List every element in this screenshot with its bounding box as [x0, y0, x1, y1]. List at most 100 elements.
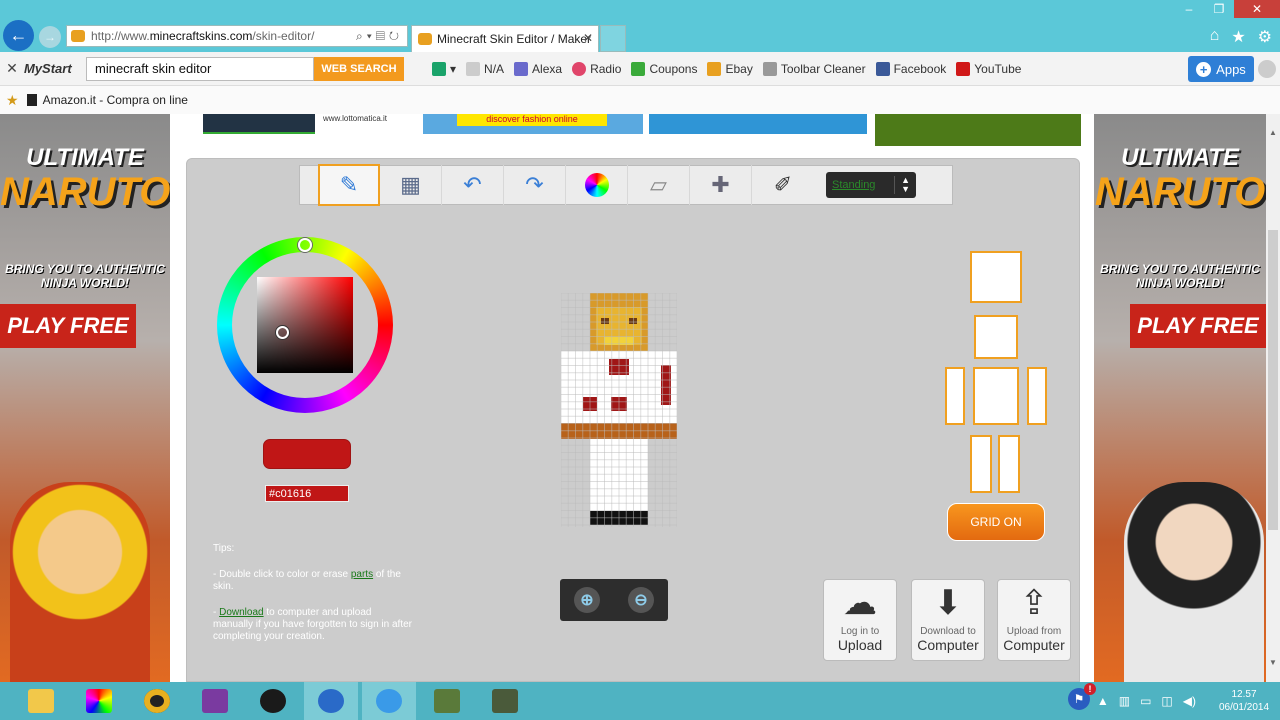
tray-expand-icon[interactable]: ▲: [1097, 694, 1109, 708]
sv-picker-handle[interactable]: [276, 326, 289, 339]
eyedropper-add-tool[interactable]: ✚: [690, 165, 752, 205]
color-hex-input[interactable]: #c01616: [265, 485, 349, 502]
pose-select[interactable]: Standing ▲ ▼: [826, 172, 916, 198]
back-button[interactable]: ←: [3, 20, 34, 51]
taskbar-explorer[interactable]: [14, 682, 68, 720]
undo-tool[interactable]: ↶: [442, 165, 504, 205]
youtube-icon: [956, 61, 971, 76]
tab-minecraft-skin-editor[interactable]: Minecraft Skin Editor / Maker ✕: [411, 25, 599, 52]
scroll-up-icon[interactable]: ▲: [1266, 126, 1280, 140]
redo-tool[interactable]: ↷: [504, 165, 566, 205]
part-arm-left[interactable]: [945, 367, 965, 425]
toolbar-item-facebook[interactable]: Facebook: [875, 61, 946, 76]
toolbar-item-radio[interactable]: Radio: [572, 61, 621, 76]
taskbar-minecraft-2[interactable]: [478, 682, 532, 720]
maximize-icon[interactable]: ❐: [1204, 0, 1234, 18]
web-search-button[interactable]: WEB SEARCH: [314, 56, 404, 81]
skin-preview-canvas[interactable]: [561, 293, 677, 527]
zoom-in-button[interactable]: ⊕: [574, 587, 600, 613]
pencil-icon: ✎: [339, 172, 359, 197]
part-head[interactable]: [974, 315, 1018, 359]
compat-icon[interactable]: ▤: [376, 29, 389, 43]
ad-lottomatica-text[interactable]: www.lottomatica.it: [323, 114, 387, 134]
favorite-amazon[interactable]: Amazon.it - Compra on line: [43, 93, 188, 107]
toolbar-item-cleaner[interactable]: Toolbar Cleaner: [762, 61, 866, 76]
mystart-logo[interactable]: MyStart: [24, 61, 86, 76]
close-window-icon[interactable]: ✕: [1234, 0, 1280, 18]
ad-lottomatica-image[interactable]: [203, 114, 315, 134]
apps-button[interactable]: + Apps: [1188, 56, 1254, 82]
taskbar-app-purple[interactable]: [188, 682, 242, 720]
scroll-thumb[interactable]: [1268, 230, 1278, 530]
toolbar-mail[interactable]: ▾: [432, 61, 456, 76]
toolbar-item-youtube[interactable]: YouTube: [956, 61, 1021, 76]
hue-wheel[interactable]: [217, 237, 393, 413]
system-clock[interactable]: 12.57 06/01/2014: [1214, 688, 1274, 714]
toolbar-search-input[interactable]: minecraft skin editor: [86, 56, 314, 81]
ad-naruto-right[interactable]: ULTIMATE NARUTO BRING YOU TO AUTHENTIC N…: [1094, 114, 1266, 682]
ad-play-free-button[interactable]: PLAY FREE: [0, 304, 136, 348]
fill-tool[interactable]: ▦: [380, 165, 442, 205]
part-leg-left[interactable]: [970, 435, 992, 493]
toolbar-item-coupons[interactable]: Coupons: [631, 61, 697, 76]
browser-titlebar: ← → http://www.minecraftskins.com/skin-e…: [0, 0, 1280, 52]
refresh-icon[interactable]: ↻: [389, 29, 403, 43]
amazon-favicon-icon: [26, 94, 37, 106]
minimize-icon[interactable]: –: [1174, 0, 1204, 18]
tab-close-icon[interactable]: ✕: [583, 31, 593, 45]
taskbar-app-color[interactable]: [72, 682, 126, 720]
address-bar[interactable]: http://www.minecraftskins.com/skin-edito…: [66, 25, 408, 47]
forward-button[interactable]: →: [39, 26, 61, 48]
taskbar-minecraft[interactable]: [420, 682, 474, 720]
taskbar-hp[interactable]: [246, 682, 300, 720]
ad-fashion-banner[interactable]: discover fashion online: [423, 114, 643, 134]
ad-naruto-left[interactable]: ULTIMATE NARUTO BRING YOU TO AUTHENTIC N…: [0, 114, 170, 682]
color-tool[interactable]: [566, 165, 628, 205]
editor-toolbar: ✎ ▦ ↶ ↷ ▱ ✚ ✐ Standing ▲ ▼: [299, 164, 953, 206]
toolbar-item-weather[interactable]: N/A: [466, 61, 504, 76]
ad-blue-banner[interactable]: [649, 114, 867, 134]
taskbar-ie[interactable]: [362, 682, 416, 720]
taskbar-media[interactable]: [130, 682, 184, 720]
download-button[interactable]: ⬇ Download to Computer: [911, 579, 985, 661]
upload-from-computer-button[interactable]: ⇪ Upload from Computer: [997, 579, 1071, 661]
dropdown-icon[interactable]: ▾: [367, 29, 376, 43]
apps-label: Apps: [1216, 61, 1246, 77]
favorites-star-icon[interactable]: ★: [1231, 27, 1245, 47]
eyedropper-tool[interactable]: ✐: [752, 165, 814, 205]
tray-power-icon[interactable]: ▭: [1140, 694, 1151, 708]
ad-play-free-button[interactable]: PLAY FREE: [1130, 304, 1266, 348]
hue-picker-handle[interactable]: [298, 238, 312, 252]
address-url: http://www.minecraftskins.com/skin-edito…: [91, 29, 315, 43]
toolbar-item-alexa[interactable]: Alexa: [514, 61, 562, 76]
toolbar-gear-icon[interactable]: [1258, 60, 1276, 78]
part-hat[interactable]: [970, 251, 1022, 303]
tray-network-icon[interactable]: ◫: [1161, 694, 1172, 708]
action-center-flag-icon[interactable]: ⚑!: [1068, 683, 1096, 710]
tray-device-icon[interactable]: ▥: [1119, 694, 1130, 708]
part-torso[interactable]: [973, 367, 1019, 425]
ad-green-banner[interactable]: [875, 114, 1081, 146]
eraser-tool[interactable]: ▱: [628, 165, 690, 205]
new-tab-button[interactable]: [600, 25, 626, 52]
toolbar-item-ebay[interactable]: Ebay: [707, 61, 753, 76]
page-scrollbar[interactable]: ▲ ▼: [1266, 114, 1280, 682]
settings-gear-icon[interactable]: ⚙: [1258, 27, 1272, 47]
part-arm-right[interactable]: [1027, 367, 1047, 425]
tray-volume-icon[interactable]: ◀): [1183, 694, 1196, 708]
upload-button[interactable]: ☁ Log in to Upload: [823, 579, 897, 661]
redo-icon: ↷: [525, 172, 544, 197]
zoom-out-button[interactable]: ⊖: [628, 587, 654, 613]
saturation-value-square[interactable]: [257, 277, 353, 373]
grid-toggle-button[interactable]: GRID ON: [947, 503, 1045, 541]
scroll-down-icon[interactable]: ▼: [1266, 656, 1280, 670]
search-icon[interactable]: ⌕: [356, 29, 367, 43]
taskbar-ie-old[interactable]: [304, 682, 358, 720]
part-leg-right[interactable]: [998, 435, 1020, 493]
download-link[interactable]: Download: [219, 607, 263, 618]
home-icon[interactable]: ⌂: [1210, 27, 1220, 47]
favorites-add-icon[interactable]: ★: [6, 92, 19, 109]
toolbar-close-icon[interactable]: ✕: [0, 60, 24, 77]
parts-link[interactable]: parts: [351, 569, 373, 580]
pencil-tool[interactable]: ✎: [318, 164, 380, 206]
